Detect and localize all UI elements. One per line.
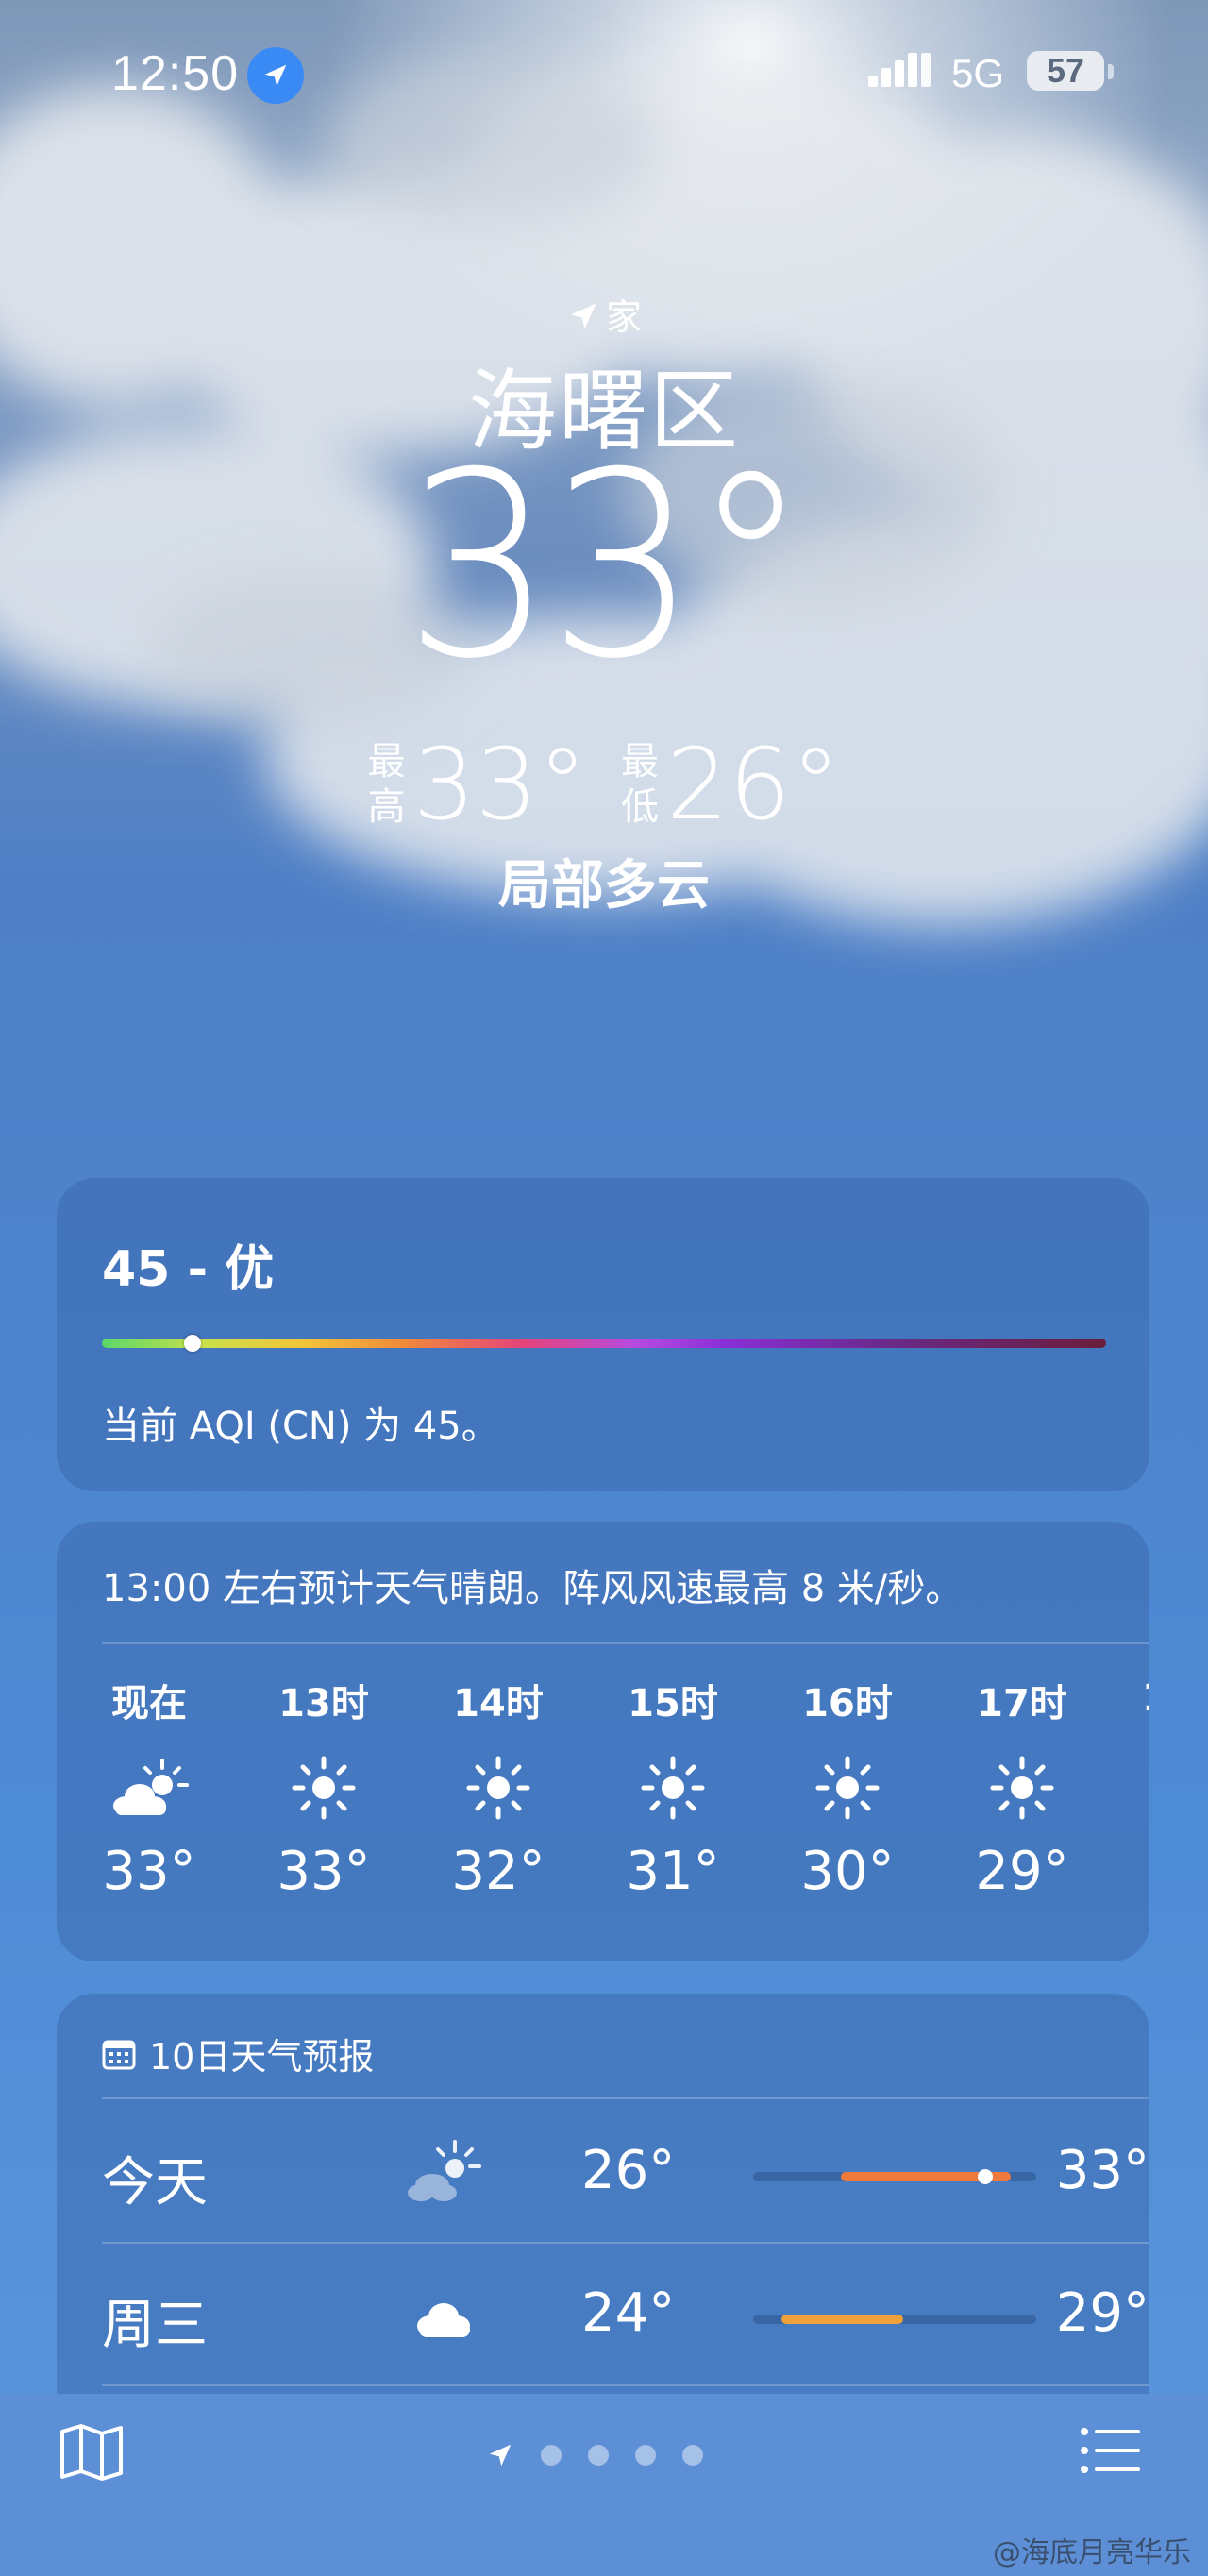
day-low: 24° bbox=[581, 2282, 676, 2344]
day-high: 29° bbox=[1055, 2282, 1149, 2344]
day-row-wednesday[interactable]: 周三 24° 29° bbox=[102, 2245, 1149, 2386]
day-name: 今天 bbox=[102, 2152, 208, 2214]
temp-range-track bbox=[753, 2315, 1036, 2324]
hourly-summary: 13:00 左右预计天气晴朗。阵风风速最高 8 米/秒。 bbox=[102, 1567, 964, 1610]
hour-label: 16时 bbox=[802, 1682, 893, 1726]
hour-label: 14时 bbox=[453, 1682, 544, 1726]
signal-strength-icon bbox=[868, 53, 931, 87]
sun-icon bbox=[781, 1750, 914, 1826]
list-icon[interactable] bbox=[1080, 2426, 1142, 2475]
location-arrow-icon bbox=[247, 47, 304, 104]
battery-indicator: 57 bbox=[1027, 51, 1104, 91]
hourly-divider bbox=[102, 1642, 1149, 1644]
hour-column: 17时 29° bbox=[956, 1673, 1088, 1902]
hour-column: 15时 31° bbox=[607, 1673, 739, 1902]
day-high: 33° bbox=[1055, 2140, 1149, 2201]
temp-range-track bbox=[753, 2169, 1036, 2184]
weather-condition: 局部多云 bbox=[498, 855, 710, 917]
daily-divider-2 bbox=[102, 2242, 1149, 2244]
hour-temp: 33° bbox=[102, 1841, 196, 1902]
current-temp-marker bbox=[978, 2169, 993, 2184]
status-time: 12:50 bbox=[111, 46, 240, 101]
battery-cap bbox=[1108, 64, 1114, 79]
ten-day-title-text: 10日天气预报 bbox=[149, 2036, 375, 2078]
page-dot bbox=[635, 2445, 656, 2466]
hour-partial-label: 1 bbox=[1142, 1676, 1149, 1720]
location-tag: 家 bbox=[0, 288, 1208, 340]
hour-column: 16时 30° bbox=[781, 1673, 914, 1902]
location-page-icon bbox=[489, 2444, 512, 2467]
daily-divider-3 bbox=[102, 2384, 1149, 2386]
partly-cloudy-icon bbox=[83, 1750, 215, 1826]
high-label-char-2: 高 bbox=[367, 785, 406, 829]
partly-sunny-icon bbox=[408, 2140, 481, 2201]
hour-label: 现在 bbox=[111, 1682, 187, 1726]
aqi-scale-bar bbox=[102, 1335, 1106, 1352]
page-dot bbox=[541, 2445, 562, 2466]
temp-range-fill bbox=[781, 2315, 903, 2324]
hour-temp: 29° bbox=[975, 1841, 1069, 1902]
hour-label: 17时 bbox=[977, 1682, 1067, 1726]
high-temp: 最高 33° bbox=[368, 727, 587, 842]
low-temp: 最低 26° bbox=[621, 727, 840, 842]
status-bar: 12:50 5G 57 bbox=[0, 45, 1208, 104]
hour-temp: 31° bbox=[626, 1841, 720, 1902]
low-value: 26° bbox=[666, 727, 841, 842]
high-label-char-1: 最 bbox=[367, 740, 406, 783]
high-value: 33° bbox=[412, 727, 587, 842]
watermark-text: @海底月亮华乐 bbox=[993, 2536, 1191, 2569]
day-low: 26° bbox=[581, 2140, 676, 2201]
page-dot bbox=[682, 2445, 703, 2466]
low-label: 最低 bbox=[621, 739, 659, 830]
low-label-char-2: 低 bbox=[621, 785, 659, 829]
sun-icon bbox=[258, 1750, 390, 1826]
navigation-arrow-icon bbox=[570, 303, 596, 329]
daily-divider-1 bbox=[102, 2097, 1149, 2099]
bottom-toolbar: @海底月亮华乐 bbox=[0, 2394, 1208, 2576]
hour-column: 14时 32° bbox=[432, 1673, 564, 1902]
day-row-today[interactable]: 今天 26° 33° bbox=[102, 2102, 1149, 2244]
hourly-forecast-card[interactable]: 13:00 左右预计天气晴朗。阵风风速最高 8 米/秒。 现在 33° 13时 33°… bbox=[57, 1522, 1149, 1961]
network-type: 5G bbox=[951, 51, 1005, 95]
page-indicator[interactable] bbox=[486, 2441, 703, 2469]
hour-temp: 32° bbox=[451, 1841, 545, 1902]
hour-label: 15时 bbox=[628, 1682, 718, 1726]
day-name: 周三 bbox=[102, 2295, 208, 2356]
high-label: 最高 bbox=[368, 739, 406, 830]
cloud-icon bbox=[417, 2303, 470, 2337]
current-temperature-value: 33° bbox=[404, 417, 809, 715]
map-icon[interactable] bbox=[59, 2422, 125, 2483]
hour-label: 13时 bbox=[278, 1682, 369, 1726]
calendar-icon bbox=[102, 2040, 136, 2069]
air-quality-card[interactable]: 45 - 优 当前 AQI (CN) 为 45。 bbox=[57, 1178, 1149, 1491]
location-tag-label: 家 bbox=[605, 296, 642, 338]
current-temperature: 33° bbox=[0, 439, 1208, 694]
sun-icon bbox=[956, 1750, 1088, 1826]
hour-column: 13时 33° bbox=[258, 1673, 390, 1902]
sun-icon bbox=[432, 1750, 564, 1826]
low-label-char-1: 最 bbox=[621, 740, 659, 783]
sun-icon bbox=[607, 1750, 739, 1826]
ten-day-title: 10日天气预报 bbox=[102, 2028, 374, 2079]
page-dot bbox=[588, 2445, 609, 2466]
hour-column: 现在 33° bbox=[83, 1673, 215, 1902]
hour-temp: 33° bbox=[277, 1841, 371, 1902]
aqi-value: 45 - 优 bbox=[102, 1241, 275, 1298]
hour-temp: 30° bbox=[800, 1841, 895, 1902]
high-low-temps: 最高 33° 最低 26° bbox=[0, 727, 1208, 842]
aqi-level-marker bbox=[183, 1335, 201, 1352]
aqi-description: 当前 AQI (CN) 为 45。 bbox=[102, 1405, 499, 1448]
